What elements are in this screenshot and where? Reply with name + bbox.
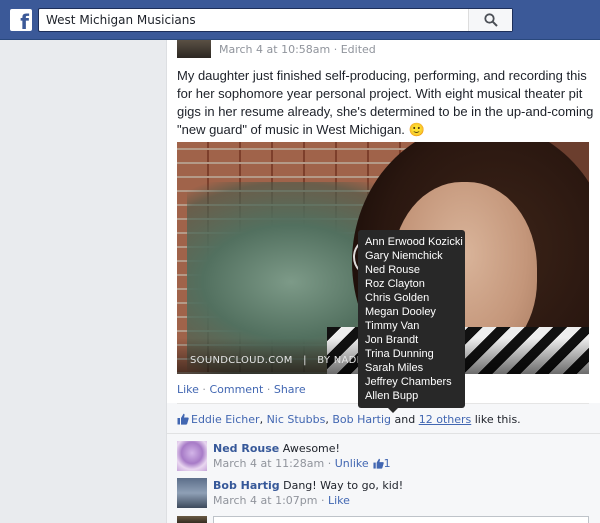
tooltip-liker-name: Sarah Miles	[365, 362, 424, 374]
like-comment-link[interactable]: Like	[328, 494, 350, 507]
tooltip-liker-name: Trina Dunning	[365, 348, 434, 360]
unlike-link[interactable]: Unlike	[335, 457, 369, 470]
tooltip-liker-name: Ann Erwood Kozicki	[365, 236, 463, 248]
commenter-name[interactable]: Bob Hartig	[213, 479, 280, 492]
comments-section: Ned Rouse Awesome! March 4 at 11:28am · …	[167, 433, 600, 523]
others-likes-link[interactable]: 12 others	[419, 413, 472, 426]
liker-name[interactable]: Eddie Eicher	[191, 413, 260, 426]
comment-body: Bob Hartig Dang! Way to go, kid! March 4…	[213, 478, 583, 508]
tooltip-liker-name: Ned Rouse	[365, 264, 421, 276]
tooltip-liker-name: Timmy Van	[365, 320, 420, 332]
commenter-avatar[interactable]	[177, 478, 207, 508]
search-button[interactable]	[468, 9, 512, 31]
tooltip-arrow	[388, 408, 398, 413]
post-timestamp[interactable]: March 4 at 10:58am	[219, 43, 330, 56]
comment-input[interactable]	[213, 516, 589, 523]
commenter-name[interactable]: Ned Rouse	[213, 442, 279, 455]
likes-suffix: like this.	[471, 413, 521, 426]
comment-time[interactable]: March 4 at 1:07pm	[213, 494, 317, 507]
share-link[interactable]: Share	[274, 383, 306, 396]
author-avatar[interactable]	[177, 40, 211, 58]
likes-and: and	[391, 413, 419, 426]
likes-comma: ,	[259, 413, 267, 426]
meta-sep: ·	[324, 457, 335, 470]
action-sep: ·	[198, 383, 210, 396]
search-box	[38, 8, 513, 32]
post-text: My daughter just finished self-producing…	[177, 68, 594, 137]
caption-divider: |	[303, 355, 307, 366]
facebook-logo-icon[interactable]: f	[10, 9, 32, 31]
comment-text: Dang! Way to go, kid!	[283, 479, 404, 492]
comment-like-count[interactable]: 1	[384, 457, 391, 470]
top-bar: f	[0, 0, 600, 40]
search-icon	[484, 13, 498, 27]
meta-sep: ·	[317, 494, 328, 507]
post-meta: March 4 at 10:58am · Edited	[219, 43, 376, 56]
tooltip-liker-name: Allen Bupp	[365, 390, 419, 402]
likes-summary: Eddie Eicher, Nic Stubbs, Bob Hartig and…	[177, 413, 521, 426]
tooltip-liker-name: Gary Niemchick	[365, 250, 443, 262]
caption-source: SOUNDCLOUD.COM	[190, 355, 293, 366]
comment-body: Ned Rouse Awesome! March 4 at 11:28am · …	[213, 441, 583, 471]
like-link[interactable]: Like	[177, 383, 199, 396]
likers-tooltip: Ann Erwood Kozicki Gary Niemchick Ned Ro…	[358, 230, 465, 408]
search-input[interactable]	[39, 9, 469, 31]
liker-name[interactable]: Bob Hartig	[332, 413, 391, 426]
comment-text: Awesome!	[282, 442, 340, 455]
comment-meta: March 4 at 1:07pm · Like	[213, 493, 583, 508]
tooltip-liker-name: Chris Golden	[365, 292, 430, 304]
edited-label[interactable]: Edited	[341, 43, 376, 56]
tooltip-liker-name: Jeffrey Chambers	[365, 376, 452, 388]
liker-name[interactable]: Nic Stubbs	[267, 413, 326, 426]
tooltip-liker-name: Jon Brandt	[365, 334, 419, 346]
comment-meta: March 4 at 11:28am · Unlike 1	[213, 456, 583, 471]
post-actions: Like · Comment · Share	[177, 383, 306, 396]
action-sep: ·	[263, 383, 274, 396]
comment-time[interactable]: March 4 at 11:28am	[213, 457, 324, 470]
tooltip-liker-name: Roz Clayton	[365, 278, 425, 290]
thumbs-up-icon	[373, 458, 384, 469]
thumbs-up-icon	[177, 413, 189, 425]
commenter-avatar[interactable]	[177, 441, 207, 471]
meta-separator: ·	[330, 43, 341, 56]
viewer-avatar	[177, 516, 207, 523]
media-caption: SOUNDCLOUD.COM | BY NADIAJE	[190, 355, 377, 366]
comment-link[interactable]: Comment	[209, 383, 263, 396]
tooltip-liker-name: Megan Dooley	[365, 306, 436, 318]
